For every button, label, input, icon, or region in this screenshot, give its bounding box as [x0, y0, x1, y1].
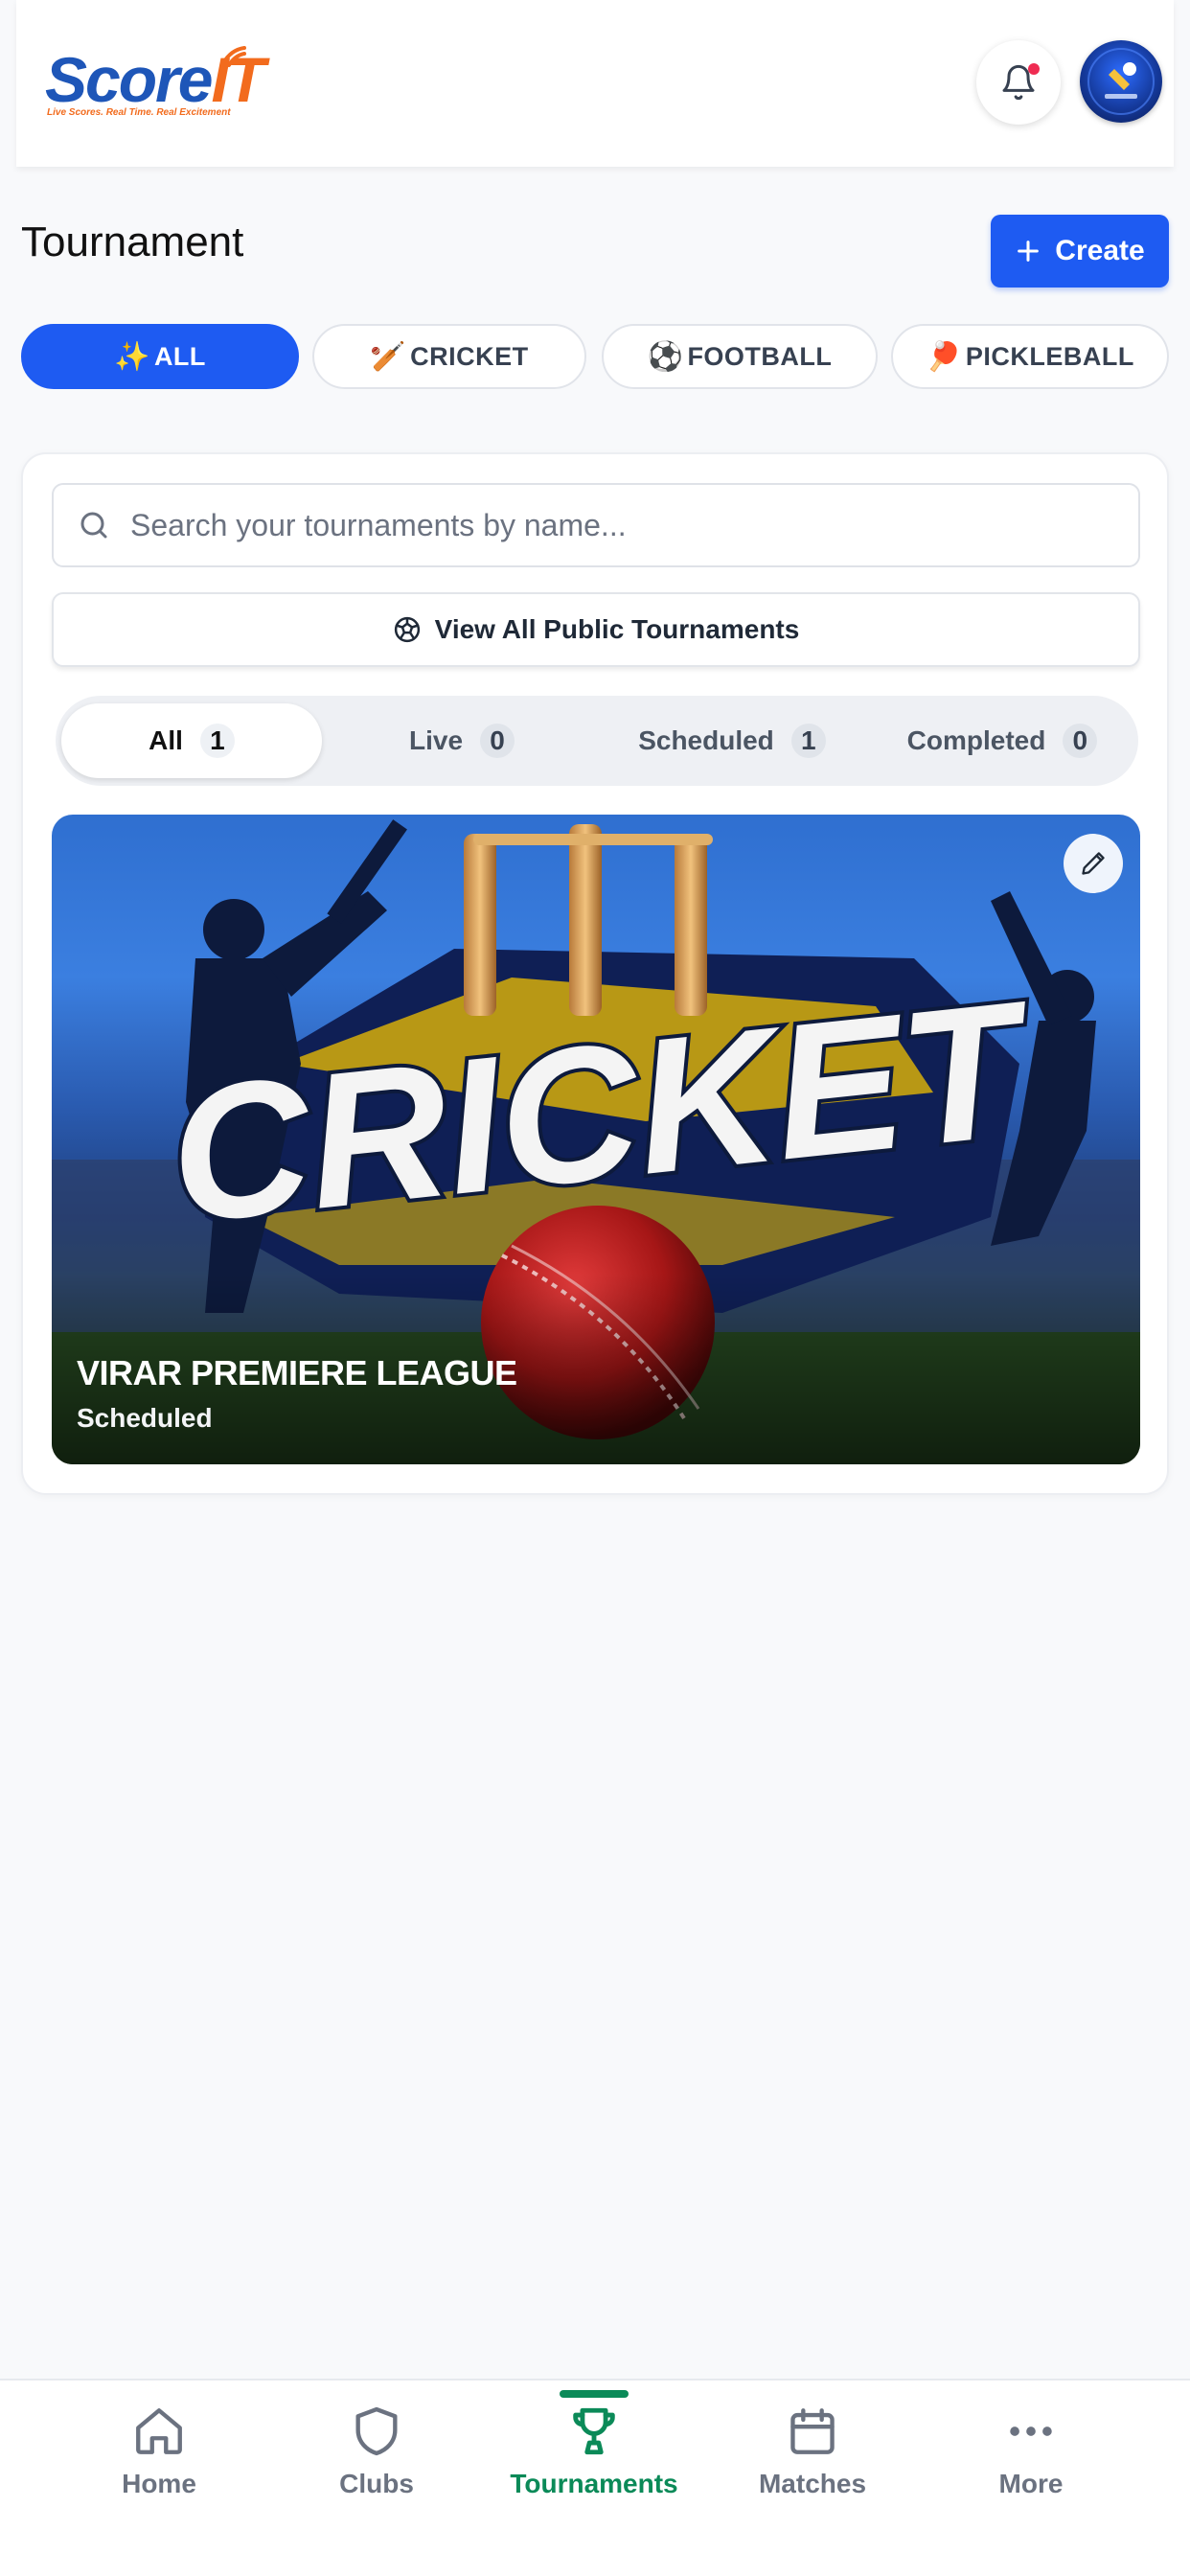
sport-filter-all[interactable]: ✨ ALL — [21, 324, 299, 389]
sparkles-icon: ✨ — [114, 340, 150, 373]
sport-filter-label: PICKLEBALL — [965, 341, 1134, 371]
logo-word-score: Score — [45, 44, 213, 115]
sport-filter-football[interactable]: ⚽ FOOTBALL — [602, 324, 878, 389]
tab-count-badge: 1 — [790, 724, 826, 758]
shield-icon — [355, 2406, 398, 2456]
profile-avatar[interactable] — [1080, 40, 1162, 123]
tab-label: Live — [408, 725, 464, 755]
tab-count-badge: 1 — [199, 724, 235, 758]
nav-more[interactable]: More — [926, 2380, 1136, 2534]
globe-icon — [394, 616, 420, 643]
paddle-icon: 🏓 — [926, 340, 962, 373]
soccer-ball-icon: ⚽ — [647, 340, 684, 373]
search-icon — [80, 512, 107, 539]
nav-label: Matches — [758, 2469, 867, 2498]
search-bar[interactable] — [52, 483, 1140, 567]
tab-count-badge: 0 — [480, 724, 515, 758]
pencil-icon — [1082, 852, 1105, 875]
notifications-button[interactable] — [976, 40, 1061, 125]
create-tournament-button[interactable]: Create — [991, 215, 1169, 288]
tab-label: All — [149, 725, 183, 755]
tournament-card[interactable]: CRICKET VIRAR PREMIERE LEAGUE Scheduled — [52, 815, 1140, 1464]
nav-label: Home — [122, 2469, 196, 2498]
tournament-list-panel: View All Public Tournaments All 1 Live 0… — [21, 452, 1169, 1495]
logo-tagline: Live Scores. Real Time. Real Excitement — [47, 107, 231, 118]
create-button-label: Create — [1055, 235, 1145, 266]
tournament-name: VIRAR PREMIERE LEAGUE — [77, 1353, 517, 1392]
app-header: ScoreIT Live Scores. Real Time. Real Exc… — [16, 0, 1174, 167]
sport-filter-label: ALL — [153, 341, 206, 371]
scoreit-logo[interactable]: ScoreIT Live Scores. Real Time. Real Exc… — [45, 40, 265, 126]
status-tab-bar: All 1 Live 0 Scheduled 1 Completed 0 — [56, 696, 1138, 786]
tab-scheduled[interactable]: Scheduled 1 — [602, 703, 862, 778]
calendar-icon — [790, 2408, 835, 2454]
nav-label: Clubs — [339, 2469, 414, 2498]
bottom-navigation: Home Clubs Tournaments Matches More — [0, 2379, 1190, 2576]
cricket-bat-icon: 🏏 — [370, 340, 407, 373]
edit-tournament-button[interactable] — [1064, 834, 1123, 893]
avatar-emblem-icon — [1087, 48, 1155, 115]
tournament-status: Scheduled — [77, 1403, 213, 1433]
nav-tournaments[interactable]: Tournaments — [489, 2380, 699, 2534]
nav-clubs[interactable]: Clubs — [271, 2380, 482, 2534]
more-dots-icon — [1010, 2426, 1052, 2436]
sport-filter-label: FOOTBALL — [687, 341, 833, 371]
tab-count-badge: 0 — [1063, 724, 1098, 758]
sport-filter-pickleball[interactable]: 🏓 PICKLEBALL — [891, 324, 1169, 389]
nav-matches[interactable]: Matches — [707, 2380, 918, 2534]
tab-label: Completed — [906, 725, 1046, 755]
logo-word-it: IT — [211, 44, 265, 115]
notification-dot — [1028, 63, 1040, 75]
page-title: Tournament — [21, 218, 244, 265]
nav-home[interactable]: Home — [54, 2380, 264, 2534]
view-all-public-tournaments-button[interactable]: View All Public Tournaments — [52, 592, 1140, 667]
tab-label: Scheduled — [638, 725, 774, 755]
logo-wordmark: ScoreIT — [45, 48, 265, 111]
home-icon — [136, 2408, 182, 2454]
search-input[interactable] — [130, 507, 1088, 543]
nav-label: Tournaments — [510, 2469, 678, 2498]
sport-filter-cricket[interactable]: 🏏 CRICKET — [312, 324, 586, 389]
nav-label: More — [998, 2469, 1064, 2498]
sport-filter-label: CRICKET — [410, 341, 529, 371]
tab-completed[interactable]: Completed 0 — [872, 703, 1133, 778]
tab-live[interactable]: Live 0 — [332, 703, 592, 778]
view-all-label: View All Public Tournaments — [434, 614, 800, 644]
plus-icon — [1018, 241, 1040, 262]
trophy-icon — [573, 2407, 615, 2455]
tab-all[interactable]: All 1 — [61, 703, 322, 778]
